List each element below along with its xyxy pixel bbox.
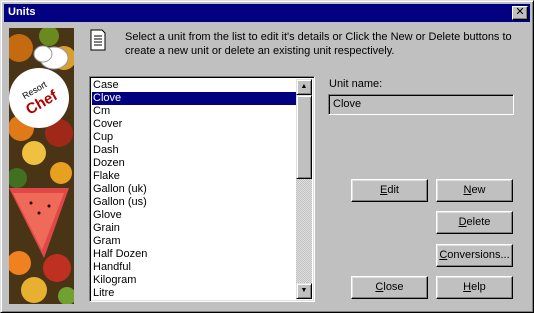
scroll-down-button[interactable]: ▼: [296, 283, 312, 299]
list-item[interactable]: Litre: [92, 287, 298, 299]
list-item[interactable]: Case: [92, 79, 298, 92]
help-accel: H: [463, 281, 472, 293]
document-icon: [90, 29, 106, 51]
arrow-down-icon: ▼: [300, 287, 308, 294]
list-item[interactable]: Flake: [92, 170, 298, 183]
list-item[interactable]: Dash: [92, 144, 298, 157]
units-list[interactable]: Case Clove Cm Cover Cup Dash Dozen Flake Gallon …: [92, 79, 298, 299]
close-icon: ✕: [515, 6, 525, 18]
list-item[interactable]: Cup: [92, 131, 298, 144]
units-dialog: Units ✕ Resort Chef Select a unit from t…: [0, 0, 534, 313]
unit-name-label: Unit name:: [329, 78, 383, 90]
list-item[interactable]: Gram: [92, 235, 298, 248]
scroll-up-button[interactable]: ▲: [296, 79, 312, 95]
help-button[interactable]: Help: [436, 276, 513, 299]
list-item[interactable]: Grain: [92, 222, 298, 235]
list-item[interactable]: Gallon (us): [92, 196, 298, 209]
conversions-label: onversions...: [447, 249, 510, 261]
list-item[interactable]: Cm: [92, 105, 298, 118]
close-label: lose: [383, 281, 404, 293]
list-item[interactable]: Kilogram: [92, 274, 298, 287]
title-bar[interactable]: Units ✕: [4, 4, 530, 22]
resort-chef-banner: Resort Chef: [9, 28, 74, 304]
edit-label: dit: [387, 184, 399, 196]
list-item[interactable]: Gallon (uk): [92, 183, 298, 196]
conversions-button[interactable]: Conversions...: [436, 244, 513, 267]
close-window-button[interactable]: ✕: [512, 6, 528, 20]
list-item[interactable]: Cover: [92, 118, 298, 131]
edit-button[interactable]: Edit: [351, 179, 428, 202]
arrow-up-icon: ▲: [300, 83, 308, 90]
help-label: elp: [471, 281, 486, 293]
new-label: ew: [471, 184, 486, 196]
unit-name-field[interactable]: Clove: [328, 94, 514, 115]
list-item[interactable]: Handful: [92, 261, 298, 274]
food-image: Resort Chef: [9, 28, 74, 304]
list-scrollbar[interactable]: ▲ ▼: [296, 79, 312, 299]
close-button[interactable]: Close: [351, 276, 428, 299]
list-item[interactable]: Glove: [92, 209, 298, 222]
delete-button[interactable]: Delete: [436, 211, 513, 234]
window-title: Units: [8, 6, 36, 18]
list-item[interactable]: Dozen: [92, 157, 298, 170]
units-listbox[interactable]: Case Clove Cm Cover Cup Dash Dozen Flake Gallon …: [89, 76, 315, 302]
new-button[interactable]: New: [436, 179, 513, 202]
delete-label: elete: [466, 216, 491, 228]
list-item[interactable]: Clove: [92, 92, 298, 105]
list-item[interactable]: Half Dozen: [92, 248, 298, 261]
delete-accel: D: [458, 216, 467, 228]
scroll-thumb[interactable]: [296, 95, 312, 179]
instructions-text: Select a unit from the list to edit it's…: [125, 31, 512, 57]
